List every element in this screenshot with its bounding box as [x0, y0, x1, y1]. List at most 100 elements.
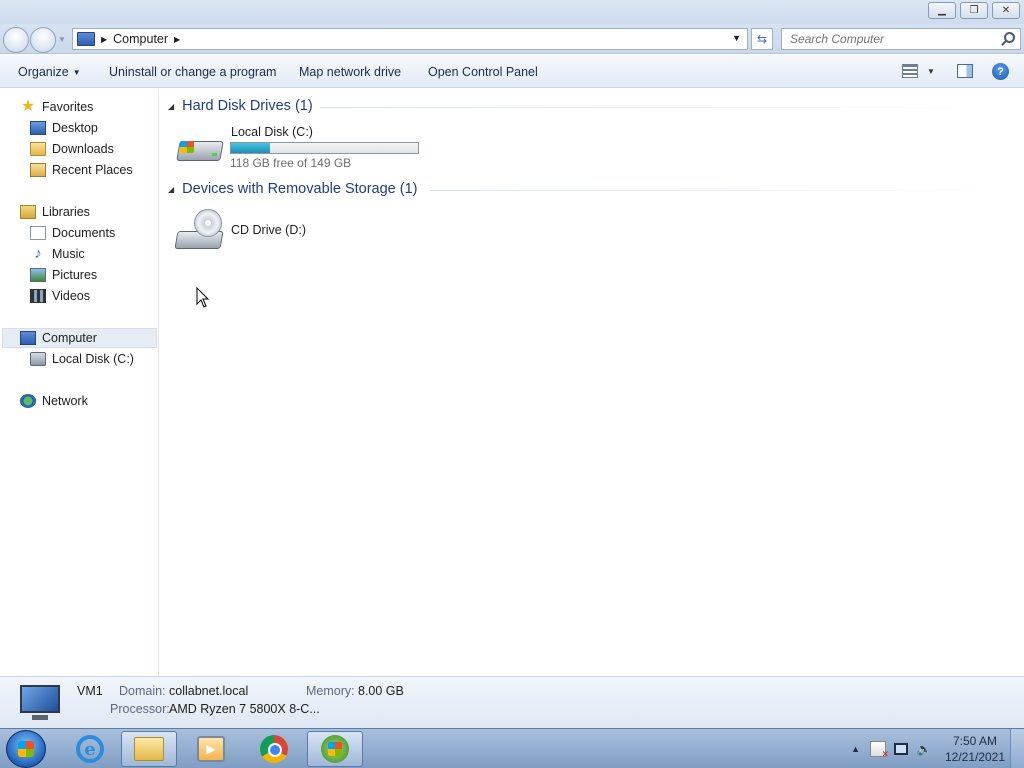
domain-value: collabnet.local [169, 684, 249, 698]
show-hidden-icons-icon[interactable]: ▲ [851, 744, 860, 754]
drive-name: CD Drive (D:) [231, 223, 306, 237]
nav-label: Recent Places [52, 163, 133, 177]
cd-drive-icon [174, 209, 224, 253]
action-center-flag-icon[interactable] [870, 741, 889, 760]
internet-explorer-icon: e [76, 735, 104, 763]
group-divider [430, 190, 1010, 191]
network-status-icon[interactable] [894, 743, 908, 755]
hard-disk-icon [176, 129, 224, 165]
nav-downloads[interactable]: Downloads [30, 139, 114, 159]
organize-label: Organize [18, 65, 69, 79]
libraries-icon [20, 205, 36, 219]
breadcrumb-arrow-icon[interactable]: ▶ [174, 35, 180, 44]
help-icon[interactable]: ? [992, 63, 1009, 80]
start-button[interactable] [6, 730, 46, 768]
close-button[interactable]: ✕ [992, 2, 1020, 19]
organize-button[interactable]: Organize ▼ [18, 65, 81, 79]
collapse-triangle-icon[interactable]: ◢ [168, 102, 174, 111]
hard-disk-icon [30, 352, 46, 366]
nav-network[interactable]: Network [20, 391, 88, 411]
forward-button[interactable] [30, 27, 56, 53]
recent-places-icon [30, 163, 46, 177]
nav-libraries[interactable]: Libraries [20, 202, 90, 222]
group-removable-storage[interactable]: ◢ Devices with Removable Storage (1) [168, 181, 417, 197]
search-box[interactable] [781, 28, 1021, 50]
clock[interactable]: 7:50 AM 12/21/2021 [940, 733, 1010, 765]
drive-local-disk-c[interactable]: Local Disk (C:) 118 GB free of 149 GB [176, 125, 426, 173]
nav-desktop[interactable]: Desktop [30, 118, 98, 138]
nav-recent-places[interactable]: Recent Places [30, 160, 133, 180]
drive-cd-d[interactable]: CD Drive (D:) [174, 209, 376, 257]
taskbar-chrome[interactable] [246, 731, 302, 767]
taskbar: e ▶ ▲ 🔈 7:50 AM 12/21/2021 [0, 728, 1024, 768]
windows-logo-icon [180, 141, 194, 153]
disk-usage-fill [231, 143, 270, 153]
taskbar-windows-explorer[interactable] [121, 731, 177, 767]
map-network-drive-button[interactable]: Map network drive [299, 65, 401, 79]
back-button[interactable] [3, 27, 29, 53]
music-icon: ♪ [34, 245, 42, 262]
computer-name: VM1 [77, 684, 103, 698]
change-view-icon[interactable] [902, 64, 918, 78]
title-bar: ▁ ❐ ✕ [0, 0, 1024, 24]
memory-label: Memory: [306, 684, 355, 698]
show-desktop-button[interactable] [1010, 729, 1024, 768]
nav-label: Network [42, 394, 88, 408]
address-bar[interactable]: ▶ Computer ▶ ▼ [72, 28, 748, 50]
group-hard-disk-drives[interactable]: ◢ Hard Disk Drives (1) [168, 98, 313, 114]
nav-music[interactable]: ♪ Music [30, 244, 84, 264]
nav-label: Pictures [52, 268, 98, 282]
desktop-icon [30, 121, 46, 135]
computer-icon [77, 32, 95, 46]
search-icon[interactable] [1004, 32, 1015, 43]
clock-time: 7:50 AM [952, 734, 998, 748]
nav-videos[interactable]: Videos [30, 286, 90, 306]
nav-label: Documents [52, 226, 116, 240]
nav-documents[interactable]: Documents [30, 223, 115, 243]
videos-icon [30, 289, 46, 303]
view-dropdown-icon[interactable]: ▼ [927, 67, 935, 76]
star-icon: ★ [20, 98, 36, 115]
media-player-icon: ▶ [197, 736, 225, 762]
command-bar: Organize ▼ Uninstall or change a program … [0, 55, 1024, 88]
group-divider [320, 107, 1010, 108]
refresh-button[interactable]: ⇆ [751, 28, 773, 50]
folder-icon [134, 737, 164, 761]
open-control-panel-button[interactable]: Open Control Panel [428, 65, 538, 79]
search-input[interactable] [790, 32, 990, 46]
details-pane: VM1 Domain: collabnet.local Memory: 8.00… [0, 676, 1024, 728]
downloads-folder-icon [30, 142, 46, 156]
content-pane: ◢ Hard Disk Drives (1) Local Disk (C:) 1… [160, 89, 1024, 676]
taskbar-internet-explorer[interactable]: e [62, 731, 118, 767]
breadcrumb-arrow-icon[interactable]: ▶ [101, 35, 107, 44]
drive-name: Local Disk (C:) [231, 125, 313, 139]
nav-label: Computer [42, 331, 97, 345]
nav-favorites[interactable]: ★ Favorites [20, 97, 94, 117]
nav-label: Desktop [52, 121, 98, 135]
group-title: Devices with Removable Storage (1) [182, 181, 418, 197]
window-controls: ▁ ❐ ✕ [928, 2, 1020, 19]
volume-icon[interactable]: 🔈 [916, 741, 932, 757]
address-dropdown-icon[interactable]: ▼ [732, 33, 741, 43]
nav-label: Libraries [42, 205, 90, 219]
collapse-triangle-icon[interactable]: ◢ [168, 185, 174, 194]
nav-computer[interactable]: Computer [2, 328, 157, 348]
network-icon [20, 394, 36, 408]
nav-pictures[interactable]: Pictures [30, 265, 97, 285]
preview-pane-icon[interactable] [957, 64, 973, 78]
nav-local-disk[interactable]: Local Disk (C:) [30, 349, 134, 369]
nav-label: Videos [52, 289, 90, 303]
memory-value: 8.00 GB [358, 684, 404, 698]
breadcrumb-computer[interactable]: Computer [113, 32, 168, 46]
nav-label: Local Disk (C:) [52, 352, 134, 366]
processor-value: AMD Ryzen 7 5800X 8-C... [169, 702, 320, 716]
taskbar-windows-app[interactable] [307, 731, 363, 767]
nav-label: Downloads [52, 142, 114, 156]
minimize-button[interactable]: ▁ [928, 2, 956, 19]
recent-pages-dropdown[interactable]: ▼ [58, 35, 66, 44]
taskbar-media-player[interactable]: ▶ [183, 731, 239, 767]
uninstall-program-button[interactable]: Uninstall or change a program [109, 65, 276, 79]
nav-label: Favorites [42, 100, 94, 114]
disk-usage-bar [230, 142, 419, 154]
maximize-button[interactable]: ❐ [960, 2, 988, 19]
